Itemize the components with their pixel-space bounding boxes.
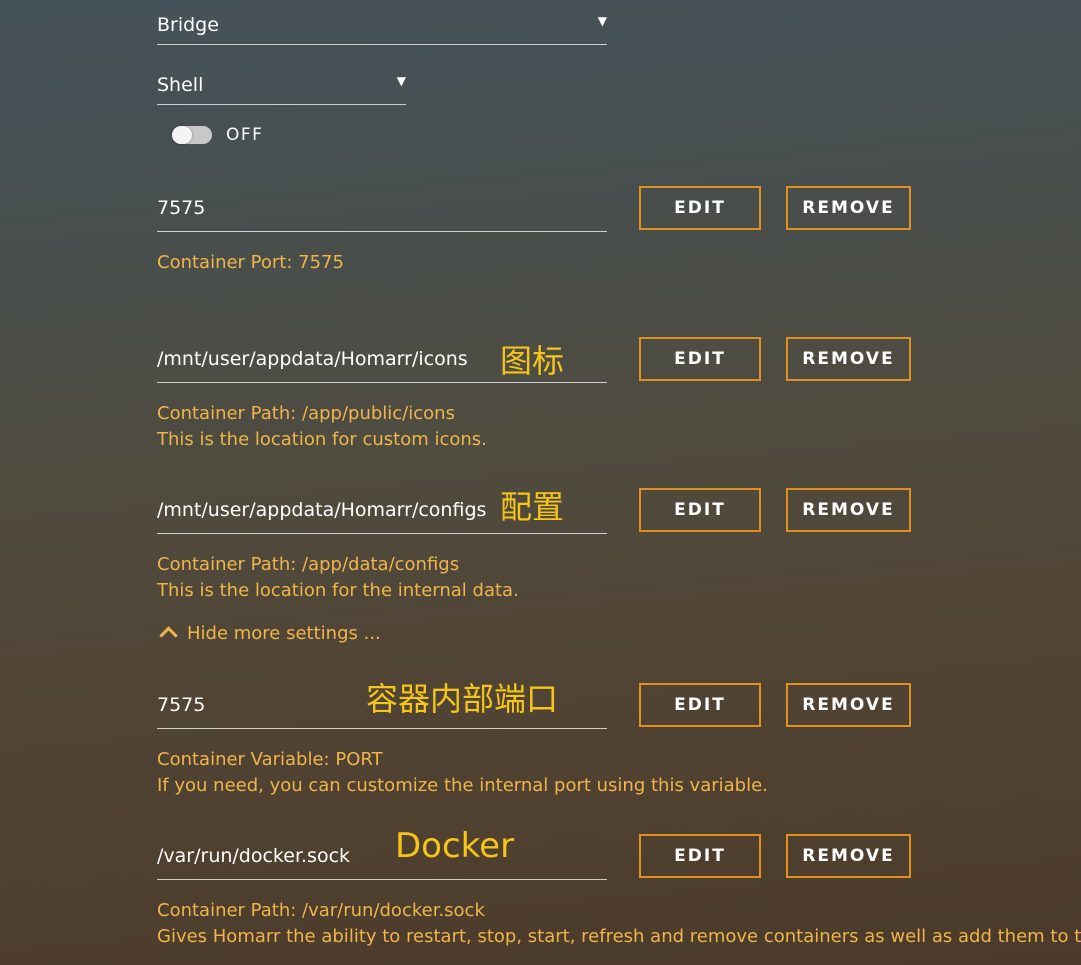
description-line: Gives Homarr the ability to restart, sto…	[157, 926, 1081, 947]
hide-more-settings-label: Hide more settings ...	[187, 623, 381, 644]
network-type-value: Bridge	[157, 14, 219, 36]
config-row-description: Container Path: /var/run/docker.sock Giv…	[157, 898, 1081, 950]
config-row-value: 7575	[157, 694, 206, 716]
remove-button[interactable]: REMOVE	[786, 834, 911, 878]
description-line: If you need, you can customize the inter…	[157, 775, 768, 796]
edit-button[interactable]: EDIT	[639, 488, 761, 532]
edit-button[interactable]: EDIT	[639, 834, 761, 878]
dropdown-caret-icon: ▼	[597, 14, 607, 28]
edit-button[interactable]: EDIT	[639, 683, 761, 727]
config-row-value: /var/run/docker.sock	[157, 845, 351, 867]
console-shell-select[interactable]: Shell ▼	[157, 68, 406, 105]
config-row-description: Container Port: 7575	[157, 250, 344, 276]
config-row-value: 7575	[157, 197, 206, 219]
dropdown-caret-icon: ▼	[396, 74, 406, 88]
console-shell-value: Shell	[157, 74, 204, 96]
remove-button[interactable]: REMOVE	[786, 186, 911, 230]
remove-button[interactable]: REMOVE	[786, 488, 911, 532]
config-row-value: /mnt/user/appdata/Homarr/configs	[157, 499, 487, 521]
annotation-label: 配置	[500, 488, 565, 526]
config-row-value: /mnt/user/appdata/Homarr/icons	[157, 348, 468, 370]
annotation-label: 图标	[500, 342, 565, 380]
config-row-description: Container Path: /app/data/configs This i…	[157, 552, 519, 604]
config-row-description: Container Variable: PORT If you need, yo…	[157, 747, 768, 799]
config-row-field[interactable]: 7575	[157, 185, 607, 232]
description-line: Container Path: /var/run/docker.sock	[157, 900, 485, 921]
toggle-knob	[172, 126, 192, 144]
config-row-description: Container Path: /app/public/icons This i…	[157, 401, 487, 453]
edit-button[interactable]: EDIT	[639, 337, 761, 381]
config-row-field[interactable]: /var/run/docker.sock	[157, 833, 607, 880]
description-line: Container Port: 7575	[157, 252, 344, 273]
remove-button[interactable]: REMOVE	[786, 337, 911, 381]
chevron-up-icon	[159, 626, 178, 645]
annotation-label: Docker	[395, 826, 515, 866]
edit-button[interactable]: EDIT	[639, 186, 761, 230]
description-line: Container Variable: PORT	[157, 749, 383, 770]
description-line: Container Path: /app/data/configs	[157, 554, 460, 575]
network-type-select[interactable]: Bridge ▼	[157, 8, 607, 45]
description-line: This is the location for the internal da…	[157, 580, 519, 601]
privileged-toggle[interactable]	[172, 126, 212, 144]
description-line: This is the location for custom icons.	[157, 429, 487, 450]
hide-more-settings-link[interactable]: Hide more settings ...	[159, 623, 381, 645]
description-line: Container Path: /app/public/icons	[157, 403, 455, 424]
annotation-label: 容器内部端口	[366, 680, 559, 718]
privileged-toggle-state: OFF	[226, 125, 264, 145]
remove-button[interactable]: REMOVE	[786, 683, 911, 727]
